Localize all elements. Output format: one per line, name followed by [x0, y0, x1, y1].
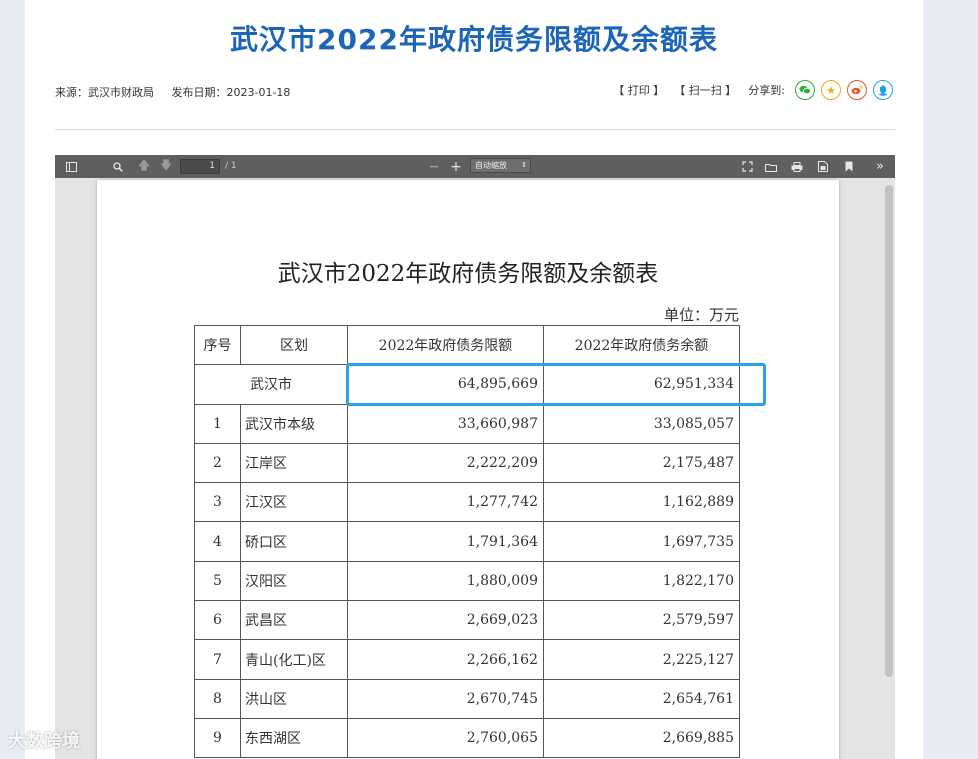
previous-page-icon[interactable]: 🡅 [137, 155, 151, 178]
row-balance: 2,175,487 [543, 442, 740, 484]
row-limit: 2,760,065 [347, 717, 544, 759]
source-label: 来源：武汉市财政局 [55, 86, 154, 99]
row-limit: 2,222,209 [347, 442, 544, 484]
total-row: 武汉市 64,895,669 62,951,334 [194, 364, 740, 405]
row-balance: 1,822,170 [543, 560, 740, 602]
row-region: 青山(化工)区 [240, 639, 348, 680]
header-limit: 2022年政府债务限额 [347, 324, 544, 366]
row-no: 5 [194, 560, 241, 602]
row-region: 东西湖区 [240, 717, 348, 759]
search-icon[interactable] [111, 155, 125, 178]
header-region: 区划 [240, 324, 348, 366]
print-link[interactable]: 【 打印 】 [613, 82, 664, 98]
table-row: 5 汉阳区 1,880,009 1,822,170 [194, 560, 740, 602]
row-limit: 1,277,742 [347, 482, 544, 523]
row-region: 武汉市本级 [240, 403, 348, 444]
row-limit: 2,266,162 [347, 639, 544, 680]
table-row: 7 青山(化工)区 2,266,162 2,225,127 [194, 639, 740, 680]
download-icon[interactable] [815, 155, 831, 178]
row-balance: 1,697,735 [543, 521, 740, 562]
publish-date: 发布日期：2023-01-18 [171, 86, 291, 99]
header-balance: 2022年政府债务余额 [543, 324, 740, 366]
row-limit: 2,670,745 [347, 678, 544, 719]
weibo-icon[interactable] [847, 80, 867, 100]
zoom-in-button[interactable]: + [449, 155, 463, 178]
fullscreen-icon[interactable] [739, 155, 755, 178]
share-label: 分享到: [748, 84, 785, 97]
row-balance: 2,654,761 [543, 678, 740, 719]
open-file-icon[interactable] [763, 155, 779, 178]
total-balance: 62,951,334 [543, 364, 740, 405]
page-count: / 1 [225, 161, 237, 171]
wechat-icon[interactable] [795, 80, 815, 100]
pdf-page: 武汉市2022年政府债务限额及余额表 单位：万元 序号 区划 2022年政府债务… [97, 180, 839, 759]
debt-table: 序号 区划 2022年政府债务限额 2022年政府债务余额 武汉市 64,895… [194, 324, 740, 759]
table-row: 4 硚口区 1,791,364 1,697,735 [194, 521, 740, 562]
article-meta: 来源：武汉市财政局 发布日期：2023-01-18 [55, 84, 304, 100]
pdf-viewer: 🡅 🡇 1 / 1 — + 自动缩放 ⇕ » 武汉市2022年政府债务限额及余额… [55, 155, 895, 759]
table-row: 6 武昌区 2,669,023 2,579,597 [194, 600, 740, 641]
total-limit: 64,895,669 [347, 364, 544, 405]
row-balance: 1,162,889 [543, 482, 740, 523]
unit-label: 单位：万元 [663, 306, 739, 324]
row-no: 9 [194, 717, 241, 759]
row-limit: 33,660,987 [347, 403, 544, 444]
row-limit: 2,669,023 [347, 600, 544, 641]
row-no: 4 [194, 521, 241, 562]
zoom-out-button[interactable]: — [427, 155, 441, 178]
table-row: 1 武汉市本级 33,660,987 33,085,057 [194, 403, 740, 444]
qq-icon[interactable] [873, 80, 893, 100]
next-page-icon[interactable]: 🡇 [159, 155, 173, 178]
row-region: 江汉区 [240, 482, 348, 523]
row-no: 6 [194, 600, 241, 641]
row-region: 硚口区 [240, 521, 348, 562]
table-row: 8 洪山区 2,670,745 2,654,761 [194, 678, 740, 719]
print-icon[interactable] [789, 155, 805, 178]
row-limit: 1,880,009 [347, 560, 544, 602]
scan-link[interactable]: 【 扫一扫 】 [674, 82, 736, 98]
table-header-row: 序号 区划 2022年政府债务限额 2022年政府债务余额 [194, 324, 740, 366]
chevron-updown-icon: ⇕ [521, 161, 527, 169]
total-label: 武汉市 [194, 364, 348, 405]
row-region: 洪山区 [240, 678, 348, 719]
page-number-input[interactable]: 1 [180, 159, 220, 174]
vertical-scrollbar[interactable] [885, 185, 893, 677]
row-balance: 2,579,597 [543, 600, 740, 641]
bookmark-icon[interactable] [841, 155, 857, 178]
row-no: 8 [194, 678, 241, 719]
table-row: 3 江汉区 1,277,742 1,162,889 [194, 482, 740, 523]
header-no: 序号 [194, 324, 241, 366]
article-actions: 【 打印 】 【 扫一扫 】 分享到: ★ [603, 80, 893, 100]
page-title: 武汉市2022年政府债务限额及余额表 [230, 23, 718, 56]
watermark-logo: 大数跨境 [8, 731, 80, 752]
row-no: 3 [194, 482, 241, 523]
pdf-toolbar: 🡅 🡇 1 / 1 — + 自动缩放 ⇕ » [55, 155, 895, 178]
row-no: 2 [194, 442, 241, 484]
sidebar-toggle-icon[interactable] [63, 155, 79, 178]
row-balance: 2,225,127 [543, 639, 740, 680]
qzone-star-icon[interactable]: ★ [821, 80, 841, 100]
table-row: 2 江岸区 2,222,209 2,175,487 [194, 442, 740, 484]
row-region: 江岸区 [240, 442, 348, 484]
row-limit: 1,791,364 [347, 521, 544, 562]
more-tools-icon[interactable]: » [871, 155, 889, 178]
row-no: 1 [194, 403, 241, 444]
row-region: 武昌区 [240, 600, 348, 641]
article-page: 武汉市2022年政府债务限额及余额表 来源：武汉市财政局 发布日期：2023-0… [25, 0, 923, 759]
table-row: 9 东西湖区 2,760,065 2,669,885 [194, 717, 740, 759]
zoom-select-value: 自动缩放 [475, 161, 507, 170]
row-region: 汉阳区 [240, 560, 348, 602]
row-no: 7 [194, 639, 241, 680]
zoom-select[interactable]: 自动缩放 ⇕ [470, 158, 531, 173]
divider [55, 129, 895, 130]
row-balance: 33,085,057 [543, 403, 740, 444]
document-title: 武汉市2022年政府债务限额及余额表 [277, 261, 659, 287]
row-balance: 2,669,885 [543, 717, 740, 759]
